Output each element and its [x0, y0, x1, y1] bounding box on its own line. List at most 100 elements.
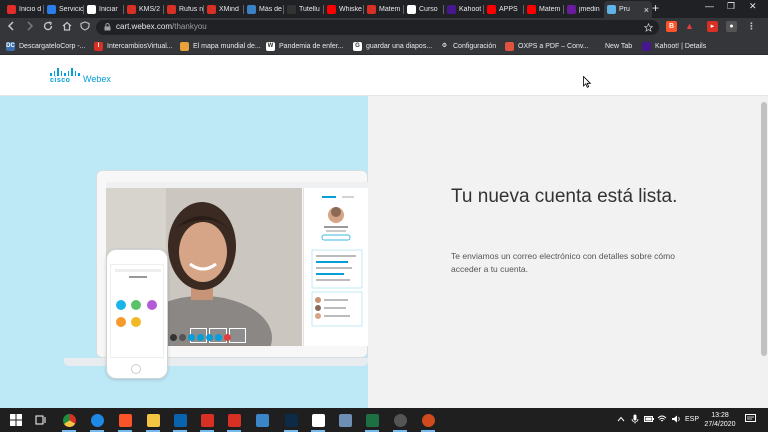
minimize-button[interactable]: — — [705, 1, 714, 11]
browser-tab[interactable]: XMind — [204, 2, 243, 17]
edge-icon[interactable] — [89, 412, 105, 428]
phone-home-button — [131, 364, 141, 374]
reload-icon — [43, 21, 53, 31]
tab-favicon-icon — [127, 5, 136, 14]
browser-tab[interactable]: Iniciar — [84, 2, 123, 17]
bookmark-item[interactable]: New Tab — [592, 40, 632, 52]
bookmark-item[interactable]: DC DescargateloCorp -... — [6, 40, 86, 52]
bookmark-label: New Tab — [605, 42, 633, 50]
tab-favicon-icon — [367, 5, 376, 14]
phone-header-graphic — [115, 269, 161, 278]
store-icon[interactable] — [254, 412, 270, 428]
volume-icon[interactable] — [671, 414, 681, 424]
arrow-left-icon — [7, 21, 14, 31]
bookmark-label: El mapa mundial de... — [193, 42, 261, 50]
tab-favicon-icon — [407, 5, 416, 14]
browser-tab[interactable]: Kahoot — [444, 2, 483, 17]
start-icon[interactable] — [8, 412, 24, 428]
bookmark-item[interactable]: ⚙ Configuración — [440, 40, 496, 52]
browser-tab[interactable]: jmedin — [564, 2, 603, 17]
close-window-button[interactable]: ✕ — [749, 1, 757, 12]
bookmark-favicon-icon — [505, 41, 514, 51]
battery-icon[interactable] — [644, 415, 654, 423]
meeting-control-dot — [215, 334, 222, 341]
chrome-icon[interactable] — [61, 412, 77, 428]
extension-icon[interactable]: ▸ — [707, 21, 718, 32]
bookmark-item[interactable]: Kahoot! | Details — [642, 40, 706, 52]
start-glyph — [10, 413, 23, 427]
tab-favicon-icon — [7, 5, 16, 14]
browser-tab[interactable]: Rufus n — [164, 2, 203, 17]
app-circle-icon[interactable] — [392, 412, 408, 428]
network-icon[interactable] — [657, 414, 667, 424]
media-player-icon[interactable] — [420, 412, 436, 428]
tab-favicon-icon — [607, 5, 616, 14]
browser-tab[interactable]: Curso — [404, 2, 443, 17]
mail-icon[interactable] — [226, 412, 242, 428]
maximize-button[interactable]: ❐ — [727, 1, 735, 12]
webpage: cisco Webex Tu nueva cuenta está lista. … — [0, 56, 768, 408]
language-indicator[interactable]: ESP — [685, 416, 699, 423]
phone-app-button — [116, 317, 126, 327]
bookmark-item[interactable]: OXPS a PDF – Conv... — [505, 40, 589, 52]
triangle-extension-icon[interactable]: ▲ — [684, 21, 695, 32]
browser-tab[interactable]: KMS/2 — [124, 2, 163, 17]
home-button[interactable] — [61, 21, 73, 33]
bookmark-item[interactable]: El mapa mundial de... — [180, 40, 261, 52]
tab-separator — [283, 5, 284, 14]
tab-title: Kahoot — [459, 6, 482, 13]
back-button[interactable] — [5, 21, 17, 33]
home-icon — [62, 21, 72, 31]
forward-button[interactable] — [24, 21, 36, 33]
bookmark-item[interactable]: W Pandemia de enfer... — [266, 40, 344, 52]
clock-date: 27/4/2020 — [704, 421, 736, 428]
kahoot-icon[interactable] — [310, 412, 326, 428]
extension-icon-2[interactable]: ● — [726, 21, 737, 32]
excel-icon[interactable] — [364, 412, 380, 428]
browser-tab[interactable]: Whiske — [324, 2, 363, 17]
scrollbar-thumb[interactable] — [761, 102, 767, 356]
phone-app-button — [116, 300, 126, 310]
microphone-icon[interactable] — [631, 414, 639, 424]
notifications-icon[interactable] — [745, 414, 756, 424]
tab-favicon-icon — [207, 5, 216, 14]
tab-title: Curso — [419, 6, 438, 13]
browser-tab[interactable]: Más de — [244, 2, 283, 17]
bookmark-manager-button[interactable] — [79, 21, 91, 33]
browser-tab[interactable]: Servicio — [44, 2, 83, 17]
photoshop-icon[interactable] — [283, 412, 299, 428]
tab-title: Más de — [259, 6, 282, 13]
browser-tab[interactable]: Pru × — [604, 1, 652, 18]
browser-tab[interactable]: Matem — [364, 2, 403, 17]
browser-tab[interactable]: APPS — [484, 2, 523, 17]
bookmark-item[interactable]: Gguardar una diapos... — [353, 40, 432, 52]
menu-icon[interactable]: ⋮ — [746, 21, 757, 32]
outlook-icon[interactable] — [172, 412, 188, 428]
browser-tab[interactable]: Matem — [524, 2, 563, 17]
brave-icon[interactable] — [117, 412, 133, 428]
file-explorer-icon[interactable] — [145, 412, 161, 428]
reload-button[interactable] — [42, 21, 54, 33]
contact-panel-graphic — [311, 196, 363, 327]
chevron-up-icon[interactable] — [617, 415, 625, 423]
brave-rewards-icon[interactable]: B — [666, 21, 677, 32]
new-tab-button[interactable]: + — [652, 1, 659, 15]
cisco-bars-icon — [50, 68, 80, 76]
task-view-icon[interactable] — [33, 412, 49, 428]
clock-time: 13:28 — [711, 412, 729, 419]
outlook-glyph — [173, 413, 187, 427]
close-tab-icon[interactable]: × — [644, 5, 652, 15]
address-bar[interactable]: cart.webex.com/thankyou — [96, 20, 659, 35]
browser-tab[interactable]: Tutellu — [284, 2, 323, 17]
tab-separator — [523, 5, 524, 14]
browser-tab[interactable]: Inicio d — [4, 2, 43, 17]
taskbar-clock[interactable]: 13:28 27/4/2020 — [700, 411, 740, 429]
tab-title: Whiske — [339, 6, 362, 13]
bookmark-item[interactable]: I IntercambiosVirtual... — [94, 40, 173, 52]
tab-title: Tutellu — [299, 6, 320, 13]
star-icon[interactable] — [644, 23, 653, 32]
gmail-icon[interactable] — [199, 412, 215, 428]
cisco-webex-logo[interactable]: cisco Webex — [50, 68, 111, 84]
notepad-icon[interactable] — [337, 412, 353, 428]
tab-favicon-icon — [567, 5, 576, 14]
